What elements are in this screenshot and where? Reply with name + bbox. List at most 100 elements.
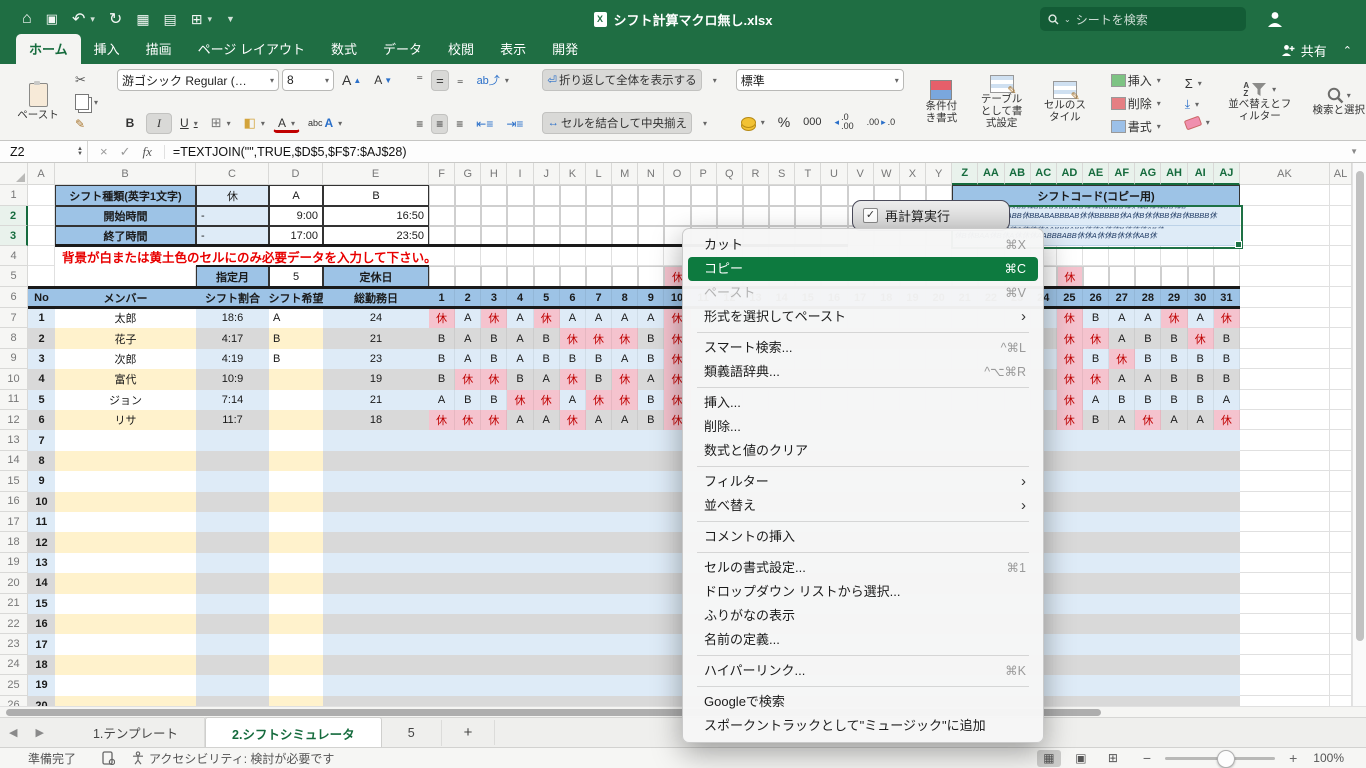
col-header-W[interactable]: W	[874, 163, 900, 185]
cell-AL11[interactable]	[1330, 390, 1352, 410]
collapse-ribbon-chevron[interactable]: ⌃	[1343, 44, 1352, 57]
cell-AK25[interactable]	[1240, 675, 1330, 695]
cell-N11[interactable]: B	[638, 390, 664, 410]
cell-AF12[interactable]: A	[1109, 410, 1135, 430]
col-header-L[interactable]: L	[586, 163, 612, 185]
row-header-5[interactable]: 5	[0, 266, 28, 287]
cell-K12[interactable]: 休	[560, 410, 586, 430]
cell-E1[interactable]: B	[323, 185, 429, 206]
cell-K2[interactable]	[560, 206, 586, 226]
cell-G5[interactable]	[455, 266, 481, 287]
cell-I10[interactable]: B	[507, 369, 533, 389]
macro-record-icon[interactable]	[102, 751, 115, 765]
cell-U2[interactable]	[821, 206, 847, 226]
accessibility-status[interactable]: アクセシビリティ: 検討が必要です	[131, 750, 334, 767]
menu-item-7[interactable]: 挿入...	[688, 391, 1038, 415]
wrap-text-button[interactable]: ⏎折り返して全体を表示する	[542, 69, 701, 91]
cell-C20[interactable]	[196, 573, 269, 593]
col-header-AK[interactable]: AK	[1240, 163, 1330, 185]
cell-M10[interactable]: 休	[612, 369, 638, 389]
cell-T1[interactable]	[795, 185, 821, 206]
cell-AL10[interactable]	[1330, 369, 1352, 389]
row-header-8[interactable]: 8	[0, 328, 28, 348]
cell-B13[interactable]	[55, 430, 196, 450]
cell-AL6[interactable]	[1330, 287, 1352, 308]
ribbon-tab-6[interactable]: データ	[370, 34, 435, 64]
cell-N3[interactable]	[638, 226, 664, 246]
cell-C1[interactable]: 休	[196, 185, 269, 206]
cell-B21[interactable]	[55, 594, 196, 614]
wrap-text-dropdown[interactable]: ▾	[705, 73, 722, 88]
cell-A17-no[interactable]: 11	[28, 512, 55, 532]
cell-A11-no[interactable]: 5	[28, 390, 55, 410]
cell-I9[interactable]: A	[507, 349, 533, 369]
col-header-Z[interactable]: Z	[952, 163, 978, 185]
cell-K7[interactable]: A	[560, 308, 586, 328]
col-header-C[interactable]: C	[196, 163, 269, 185]
cell-AD7[interactable]: 休	[1057, 308, 1083, 328]
undo-button[interactable]: ↶	[72, 9, 85, 29]
delete-cells-button[interactable]: 削除▾	[1106, 92, 1166, 115]
cell-D15[interactable]	[269, 471, 323, 491]
cell-C2[interactable]: -	[196, 206, 269, 226]
cell-S1[interactable]	[769, 185, 795, 206]
row-header-4[interactable]: 4	[0, 246, 28, 266]
cell-AD4[interactable]	[1057, 246, 1083, 266]
cell-I5[interactable]	[507, 266, 533, 287]
cell-styles-button[interactable]: セルのスタイル	[1038, 80, 1092, 124]
cell-B23[interactable]	[55, 634, 196, 654]
row-header-19[interactable]: 19	[0, 553, 28, 573]
cell-A23-no[interactable]: 17	[28, 634, 55, 654]
autosum-button[interactable]: Σ▾	[1180, 73, 1215, 94]
cell-AL9[interactable]	[1330, 349, 1352, 369]
cell-AE5[interactable]	[1083, 266, 1109, 287]
cell-I12[interactable]: A	[507, 410, 533, 430]
cell-AI10[interactable]: B	[1188, 369, 1214, 389]
cell-AL7[interactable]	[1330, 308, 1352, 328]
cell-AK14[interactable]	[1240, 451, 1330, 471]
cell-AJ4[interactable]	[1214, 246, 1240, 266]
cell-AE12[interactable]: B	[1083, 410, 1109, 430]
cell-AK13[interactable]	[1240, 430, 1330, 450]
row-header-9[interactable]: 9	[0, 349, 28, 369]
cell-L3[interactable]	[586, 226, 612, 246]
cell-AL13[interactable]	[1330, 430, 1352, 450]
cell-D13[interactable]	[269, 430, 323, 450]
cell-C21[interactable]	[196, 594, 269, 614]
cell-E11-total[interactable]: 21	[323, 390, 429, 410]
cell-AK1[interactable]	[1240, 185, 1330, 206]
cell-AD11[interactable]: 休	[1057, 390, 1083, 410]
cell-AK22[interactable]	[1240, 614, 1330, 634]
percent-button[interactable]: %	[773, 111, 795, 133]
col-header-H[interactable]: H	[481, 163, 507, 185]
cell-AI4[interactable]	[1188, 246, 1214, 266]
phonetic-button[interactable]: abcA▾	[303, 113, 347, 133]
cell-M12[interactable]: A	[612, 410, 638, 430]
cell-K9[interactable]: B	[560, 349, 586, 369]
cell-AK18[interactable]	[1240, 532, 1330, 552]
font-name-combo[interactable]: 游ゴシック Regular (…▾	[117, 69, 279, 91]
cell-AF4[interactable]	[1109, 246, 1135, 266]
cell-AJ9[interactable]: B	[1214, 349, 1240, 369]
cell-AJ10[interactable]: B	[1214, 369, 1240, 389]
orientation-button[interactable]: ab⤴▾	[472, 69, 514, 91]
cell-B1[interactable]: シフト種類(英字1文字)	[55, 185, 196, 206]
cell-AE8[interactable]: 休	[1083, 328, 1109, 348]
cell-N12[interactable]: B	[638, 410, 664, 430]
cell-H12[interactable]: 休	[481, 410, 507, 430]
decrease-indent-button[interactable]: ⇤≡	[471, 114, 498, 134]
find-select-button[interactable]: ▾ 検索と選択	[1305, 86, 1366, 117]
formula-text[interactable]: =TEXTJOIN("",TRUE,$D$5,$F$7:$AJ$28)	[164, 145, 1342, 159]
cell-F3[interactable]	[429, 226, 455, 246]
cell-AF7[interactable]: A	[1109, 308, 1135, 328]
cell-I7[interactable]: A	[507, 308, 533, 328]
cell-AF9[interactable]: 休	[1109, 349, 1135, 369]
cell-AH12[interactable]: A	[1161, 410, 1187, 430]
col-header-AD[interactable]: AD	[1057, 163, 1083, 185]
cell-AI9[interactable]: B	[1188, 349, 1214, 369]
page-layout-view-button[interactable]: ▣	[1069, 750, 1093, 767]
cell-B17[interactable]	[55, 512, 196, 532]
col-header-G[interactable]: G	[455, 163, 481, 185]
cell-AK11[interactable]	[1240, 390, 1330, 410]
col-header-V[interactable]: V	[848, 163, 874, 185]
